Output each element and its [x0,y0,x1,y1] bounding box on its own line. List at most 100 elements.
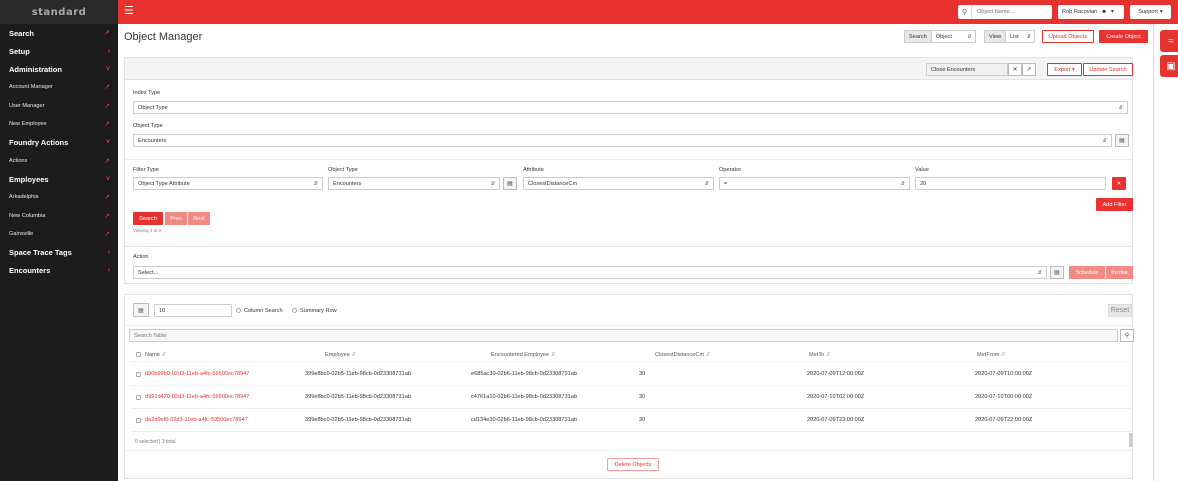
open-external-icon[interactable]: ↗ [1022,63,1036,76]
sidebar-item-actions[interactable]: Actions ↗ [0,152,118,171]
table-cell: 2020-07-09T12:00:00Z [807,371,865,377]
action-select[interactable]: Select... ⇵ [133,266,1047,279]
object-name-link[interactable]: d991d420-02d3-11eb-a4fc-59500ec78947 [145,394,249,400]
sidebar-item-label: User Manager [9,102,45,109]
sidebar-item-user-manager[interactable]: User Manager ↗ [0,97,118,116]
next-button[interactable]: Next [188,212,210,225]
reset-button[interactable]: Reset [1108,304,1132,317]
object-name-link[interactable]: da2d9ef0-02d3-11eb-a4fc-59500ec78947 [145,417,248,423]
main-content: Object Manager Search Object ⇵ View List ⇵… [118,24,1153,481]
create-object-button[interactable]: Create Object [1099,30,1148,43]
divider [125,450,1132,451]
sidebar-item-new-columbia[interactable]: New Columbia ↗ [0,207,118,226]
sidebar-item-encounters[interactable]: Encounters › [0,262,118,280]
object-search[interactable]: ⚲ [958,5,1052,19]
sidebar-item-label: Foundry Actions [9,138,69,147]
attribute-select[interactable]: ClosestDistanceCm ⇵ [523,177,714,190]
column-header[interactable]: Encountered Employee ⇵ [491,352,555,358]
object-type-list-icon[interactable]: ▤ [1115,134,1129,147]
column-header[interactable]: MetFrom ⇵ [977,352,1006,358]
action-list-icon[interactable]: ▤ [1050,266,1064,279]
filter-object-type-select[interactable]: Encounters ⇵ [328,177,500,190]
add-filter-button[interactable]: Add Filter [1096,198,1133,211]
column-header-label: MetTo [809,352,825,358]
object-name-input[interactable] [972,9,1050,15]
sidebar-item-label: Administration [9,64,62,74]
table-cell: e685ac30-02b6-11eb-98cb-0d23308731ab [471,371,577,377]
prev-button[interactable]: Prev [165,212,187,225]
update-search-button[interactable]: Update Search [1083,63,1133,76]
column-header[interactable]: Name ⇵ [145,352,166,358]
divider [131,408,1131,409]
sidebar-item-space-trace-tags[interactable]: Space Trace Tags › [0,244,118,262]
object-type-value: Encounters [138,137,167,144]
scrollbar-thumb[interactable] [1129,433,1133,447]
attribute-value: ClosestDistanceCm [528,180,578,187]
row-checkbox[interactable] [136,372,141,377]
support-button[interactable]: Support ▾ [1130,5,1171,19]
row-checkbox[interactable] [136,395,141,400]
sidebar-item-new-employee[interactable]: New Employee ↗ [0,115,118,134]
remove-filter-icon[interactable]: ✕ [1112,177,1126,190]
summary-row-checkbox[interactable] [292,308,297,313]
view-mode-select[interactable]: List ⇵ [1005,30,1036,43]
search-mode-select[interactable]: Object ⇵ [930,30,976,43]
export-button[interactable]: Export ▾ [1047,63,1082,76]
column-header-label: ClosestDistanceCm [655,352,705,358]
sidebar-item-gainsville[interactable]: Gainsville ↗ [0,225,118,244]
sidebar-item-label: Employees [9,174,49,184]
columns-toggle-icon[interactable]: ▤ [133,303,149,317]
hamburger-menu-icon[interactable]: ☰ [124,6,134,17]
link-icon: ↗ [104,157,110,165]
upload-objects-button[interactable]: Upload Objects [1042,30,1094,43]
filter-object-type-list-icon[interactable]: ▤ [503,177,517,190]
view-mode-label: View [984,30,1006,43]
sidebar-item-administration[interactable]: Administration ˅ [0,60,118,78]
search-mode-control: Search Object ⇵ [904,30,976,43]
action-value: Select... [138,269,159,276]
column-header[interactable]: Employee ⇵ [325,352,356,358]
search-icon[interactable]: ⚲ [1120,329,1134,342]
table-cell: 2020-07-09T22:00:00Z [975,417,1033,423]
schedule-button[interactable]: Schedule [1069,266,1105,279]
sort-icon: ⇵ [824,352,831,358]
delete-objects-button[interactable]: Delete Objects [607,458,659,471]
value-input[interactable]: 20 [915,177,1106,190]
chevron-down-icon: ▾ [1159,9,1163,15]
object-type-select[interactable]: Encounters ⇵ [133,134,1112,147]
column-header[interactable]: MetTo ⇵ [809,352,830,358]
invoke-button[interactable]: Invoke [1106,266,1133,279]
search-table-input[interactable]: Search Table [129,329,1118,342]
sidebar-item-foundry-actions[interactable]: Foundry Actions ˅ [0,134,118,152]
sort-icon: ⇵ [704,352,711,358]
chevron-down-icon: ˅ [105,65,110,73]
sidebar-item-label: Gainsville [9,231,34,238]
operator-select[interactable]: = ⇵ [719,177,910,190]
filter-type-select[interactable]: Object Type Attribute ⇵ [133,177,323,190]
saved-search-field[interactable]: Close Encounters [926,63,1008,76]
robot-icon[interactable]: ▣ [1160,55,1178,77]
table-cell: 399e8bc0-02b5-11eb-98cb-0d23308731ab [305,394,411,400]
sidebar-item-arkadelphia[interactable]: Arkadelphia ↗ [0,188,118,207]
sidebar-item-search[interactable]: Search ↗ [0,24,118,42]
brand-logo[interactable]: standard [0,0,118,24]
object-name-link[interactable]: d90b99b0-02d3-11eb-a4fc-59500ec78947 [145,371,249,377]
sidebar-item-employees[interactable]: Employees ˅ [0,170,118,188]
wifi-icon[interactable]: ≈ [1160,30,1178,52]
sidebar-item-setup[interactable]: Setup › [0,42,118,60]
export-label: Export [1054,66,1071,73]
page-size-input[interactable]: 10 [154,304,232,317]
link-icon: ↗ [104,231,110,239]
select-all-checkbox[interactable] [136,352,141,357]
row-checkbox[interactable] [136,418,141,423]
search-icon[interactable]: ⚲ [958,5,972,19]
sidebar-item-account-manager[interactable]: Account Manager ↗ [0,78,118,97]
column-header[interactable]: ClosestDistanceCm ⇵ [655,352,710,358]
user-menu-button[interactable]: Rob Racovian ☻ ▾ [1058,5,1124,19]
index-type-select[interactable]: Object Type ⇵ [133,101,1128,114]
filter-type-label: Filter Type [133,167,160,173]
column-search-checkbox[interactable] [236,308,241,313]
chevron-right-icon: › [107,267,110,274]
clear-icon[interactable]: ✕ [1008,63,1022,76]
search-button[interactable]: Search [133,212,163,225]
